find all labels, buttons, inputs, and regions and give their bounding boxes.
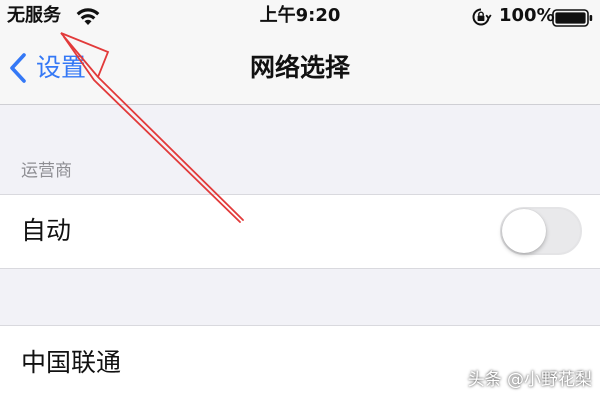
back-label: 设置 bbox=[36, 53, 87, 82]
chevron-left-icon bbox=[10, 53, 26, 83]
auto-select-label: 自动 bbox=[21, 216, 72, 245]
watermark: 头条 @小野花梨 bbox=[467, 370, 592, 390]
toggle-knob bbox=[502, 209, 546, 253]
battery-icon bbox=[552, 9, 593, 27]
status-bar: 无服务 上午9:20 100% bbox=[0, 0, 600, 34]
page-title: 网络选择 bbox=[249, 53, 350, 82]
orientation-lock-icon bbox=[472, 8, 492, 26]
battery-percent: 100% bbox=[499, 5, 555, 26]
network-label: 中国联通 bbox=[21, 348, 122, 377]
auto-select-toggle[interactable] bbox=[500, 207, 582, 255]
navigation-bar: 网络选择 设置 bbox=[0, 34, 600, 105]
auto-select-row: 自动 bbox=[0, 194, 600, 269]
carrier-section-header: 运营商 bbox=[21, 161, 72, 181]
back-button[interactable]: 设置 bbox=[8, 48, 86, 88]
